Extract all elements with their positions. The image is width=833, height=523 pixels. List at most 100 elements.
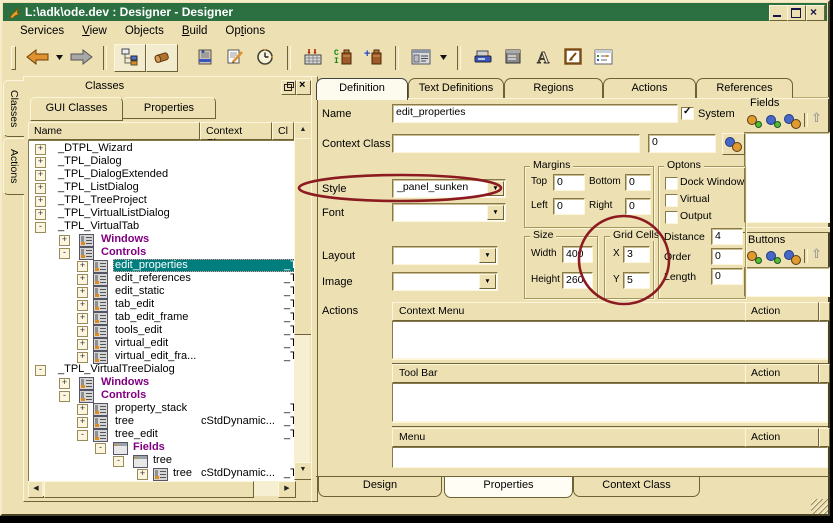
- toolbar-history-clock-button[interactable]: [250, 45, 280, 71]
- dropdown-arrow-icon[interactable]: [479, 274, 496, 289]
- tab-gui-classes[interactable]: GUI Classes: [30, 97, 123, 121]
- tree-expand-toggle[interactable]: +: [59, 378, 70, 389]
- tree-item[interactable]: _TPL_VirtualListDialog: [58, 207, 170, 220]
- horizontal-scrollbar-thumb[interactable]: [44, 481, 254, 498]
- tree-item[interactable]: property_stack: [115, 402, 187, 415]
- toolbar-eraser-tool-button[interactable]: [146, 44, 178, 72]
- tree-expand-toggle[interactable]: -: [77, 430, 88, 441]
- dropdown-arrow-icon[interactable]: [487, 181, 504, 196]
- menu-services[interactable]: Services: [11, 23, 73, 39]
- dropdown-arrow-icon[interactable]: [487, 205, 504, 220]
- output-checkbox[interactable]: [665, 211, 678, 224]
- name-input[interactable]: edit_properties: [392, 104, 678, 123]
- style-dropdown[interactable]: _panel_sunken: [392, 179, 506, 198]
- tree-expand-toggle[interactable]: +: [77, 326, 88, 337]
- bottom-tab-design[interactable]: Design: [318, 477, 442, 497]
- fields-list[interactable]: [744, 132, 830, 223]
- buttons-list[interactable]: [744, 267, 830, 297]
- layout-dropdown[interactable]: [392, 246, 498, 265]
- tree-expand-toggle[interactable]: +: [77, 287, 88, 298]
- toolbar-class-add-button[interactable]: +: [358, 45, 388, 71]
- tree-expand-toggle[interactable]: -: [35, 365, 46, 376]
- tab-regions[interactable]: Regions: [504, 78, 603, 98]
- context-menu-table-header[interactable]: Context Menu Action: [392, 302, 828, 321]
- tree-expand-toggle[interactable]: +: [35, 157, 46, 168]
- tree-item[interactable]: tools_edit: [115, 324, 162, 337]
- tree-expand-toggle[interactable]: +: [77, 313, 88, 324]
- context-class-input[interactable]: [392, 134, 640, 153]
- tree-expand-toggle[interactable]: +: [35, 196, 46, 207]
- toolbar-image-frame-button[interactable]: [558, 45, 588, 71]
- virtual-checkbox[interactable]: [665, 194, 678, 207]
- tab-references[interactable]: References: [696, 78, 793, 98]
- toolbar-import-grid-button[interactable]: [298, 45, 328, 71]
- tree-item[interactable]: edit_properties: [115, 259, 188, 272]
- toolbar-script-window-button[interactable]: [588, 45, 618, 71]
- fields-buttons-splitter[interactable]: [741, 227, 830, 233]
- tool-bar-table-body[interactable]: [392, 383, 828, 422]
- menu-view[interactable]: View: [73, 23, 116, 39]
- tree-expand-toggle[interactable]: -: [95, 443, 106, 454]
- context-menu-table-body[interactable]: [392, 321, 828, 359]
- button-link-icon[interactable]: [784, 249, 801, 264]
- column-header-name[interactable]: Name: [28, 122, 200, 140]
- order-input[interactable]: 0: [711, 248, 743, 265]
- distance-input[interactable]: 4: [711, 228, 743, 245]
- tree-item[interactable]: tree_edit: [115, 428, 158, 441]
- toolbar-documentation-book-button[interactable]: [190, 45, 220, 71]
- column-header-clipped[interactable]: Cl: [272, 122, 294, 140]
- tree-expand-toggle[interactable]: +: [77, 274, 88, 285]
- tree-expand-toggle[interactable]: -: [59, 248, 70, 259]
- tree-item[interactable]: Fields: [133, 441, 165, 454]
- width-input[interactable]: 400: [562, 246, 593, 263]
- move-up-icon[interactable]: ⇧: [811, 248, 822, 262]
- panel-dock-button[interactable]: [281, 80, 296, 95]
- toolbar-class-wizard-button[interactable]: CI: [328, 45, 358, 71]
- column-header-context-class[interactable]: Context Class: [200, 122, 272, 140]
- tree-expand-toggle[interactable]: +: [77, 339, 88, 350]
- scroll-down-button[interactable]: [294, 462, 312, 480]
- tab-actions[interactable]: Actions: [603, 78, 696, 98]
- tree-item[interactable]: Windows: [101, 233, 149, 246]
- tree-expand-toggle[interactable]: +: [77, 404, 88, 415]
- table-splitter[interactable]: [392, 422, 828, 427]
- tree-item[interactable]: _TPL_VirtualTreeDialog: [58, 363, 175, 376]
- toolbar-grip[interactable]: [11, 46, 16, 70]
- field-link-icon[interactable]: [784, 113, 801, 128]
- tree-item[interactable]: virtual_edit: [115, 337, 168, 350]
- length-input[interactable]: 0: [711, 268, 743, 285]
- tree-item[interactable]: tree: [153, 454, 172, 467]
- image-dropdown[interactable]: [392, 272, 498, 291]
- field-edit-icon[interactable]: [765, 113, 782, 128]
- tab-definition[interactable]: Definition: [316, 78, 408, 100]
- tree-expand-toggle[interactable]: +: [35, 209, 46, 220]
- tree-item[interactable]: virtual_edit_fra...: [115, 350, 196, 363]
- scroll-right-button[interactable]: [278, 481, 296, 498]
- dropdown-arrow-icon[interactable]: [479, 248, 496, 263]
- class-tree[interactable]: +_DTPL_Wizard+_TPL_Dialog+_TPL_DialogExt…: [28, 140, 296, 482]
- action-column-header[interactable]: Action: [745, 302, 819, 321]
- toolbar-font-a-button[interactable]: A: [528, 45, 558, 71]
- button-edit-icon[interactable]: [765, 249, 782, 264]
- grid-y-input[interactable]: 5: [623, 272, 650, 289]
- side-tab-actions[interactable]: Actions: [3, 138, 24, 195]
- move-up-icon[interactable]: ⇧: [811, 112, 822, 126]
- tab-properties[interactable]: Properties: [122, 97, 216, 119]
- margin-left-input[interactable]: 0: [553, 198, 585, 215]
- tree-expand-toggle[interactable]: +: [35, 144, 46, 155]
- font-dropdown[interactable]: [392, 203, 506, 222]
- tree-expand-toggle[interactable]: +: [77, 261, 88, 272]
- panel-splitter[interactable]: [311, 76, 318, 502]
- action-column-header[interactable]: Action: [745, 364, 819, 383]
- menu-table-body[interactable]: [392, 447, 828, 468]
- action-column-header[interactable]: Action: [745, 428, 819, 447]
- tree-expand-toggle[interactable]: +: [137, 469, 148, 480]
- margin-right-input[interactable]: 0: [625, 198, 651, 215]
- tree-item[interactable]: Controls: [101, 389, 146, 402]
- toolbar-back-arrow-button[interactable]: [22, 45, 52, 71]
- tree-item[interactable]: edit_references: [115, 272, 191, 285]
- button-add-icon[interactable]: [746, 249, 763, 264]
- tree-item[interactable]: _TPL_DialogExtended: [58, 168, 168, 181]
- system-checkbox[interactable]: [681, 107, 694, 120]
- height-input[interactable]: 260: [562, 272, 593, 289]
